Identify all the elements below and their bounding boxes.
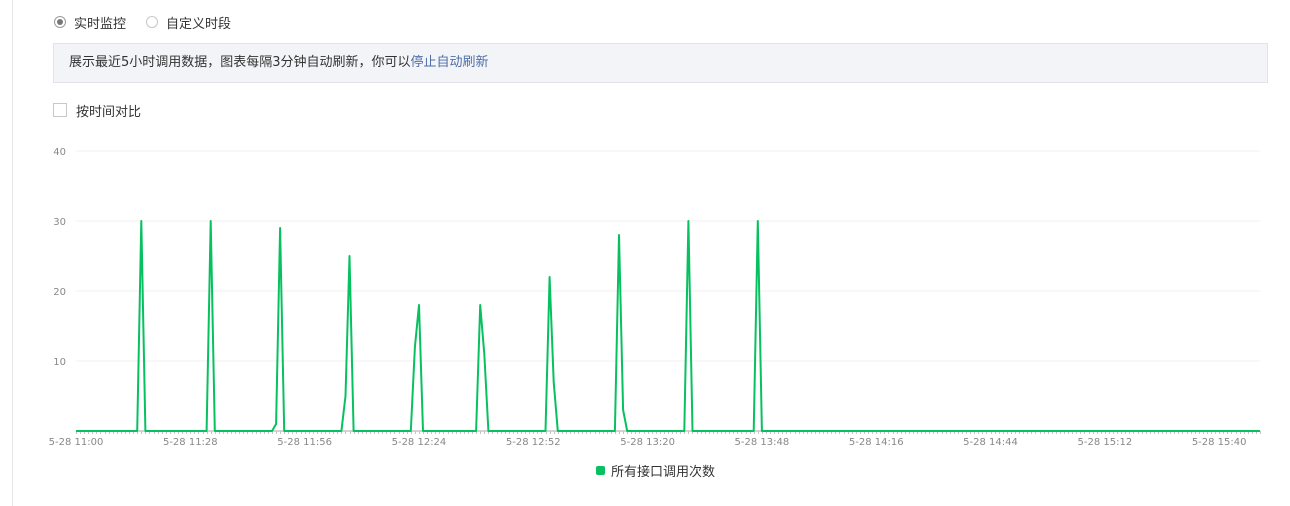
radio-custom-label: 自定义时段 <box>166 16 232 32</box>
compare-label: 按时间对比 <box>76 104 142 120</box>
x-tick-label: 5-28 11:00 <box>49 437 104 448</box>
x-tick-label: 5-28 12:52 <box>506 437 561 448</box>
x-tick-label: 5-28 14:44 <box>963 437 1018 448</box>
radio-unchecked-icon[interactable] <box>146 16 159 28</box>
x-tick-label: 5-28 14:16 <box>849 437 904 448</box>
y-tick-label: 40 <box>53 147 66 158</box>
radio-realtime[interactable]: 实时监控 <box>54 13 126 32</box>
radio-checked-icon[interactable] <box>54 16 66 28</box>
legend-swatch <box>596 466 605 475</box>
x-tick-label: 5-28 13:20 <box>620 437 675 448</box>
line-chart: 10 20 30 40 5-28 11:00 5-28 11:28 5-28 11:56 5-… <box>49 147 1261 448</box>
radio-realtime-label: 实时监控 <box>74 16 127 32</box>
legend-label: 所有接口调用次数 <box>611 465 716 480</box>
stop-refresh-link[interactable]: 停止自动刷新 <box>411 55 489 70</box>
y-tick-label: 10 <box>53 357 66 368</box>
legend[interactable]: 所有接口调用次数 <box>596 461 715 480</box>
x-tick-label: 5-28 13:48 <box>735 437 790 448</box>
series-line-api-calls <box>76 220 1260 432</box>
mode-radio-group: 实时监控 自定义时段 <box>54 12 251 32</box>
x-tick-label: 5-28 12:24 <box>392 437 447 448</box>
auto-refresh-notice: 展示最近5小时调用数据，图表每隔3分钟自动刷新，你可以停止自动刷新 <box>53 43 1268 83</box>
notice-text: 展示最近5小时调用数据，图表每隔3分钟自动刷新，你可以 <box>69 55 411 70</box>
x-tick-label: 5-28 15:40 <box>1192 437 1247 448</box>
compare-checkbox[interactable] <box>53 103 67 117</box>
y-tick-label: 20 <box>53 287 66 298</box>
x-tick-label: 5-28 15:12 <box>1078 437 1133 448</box>
x-tick-label: 5-28 11:56 <box>277 437 332 448</box>
compare-by-time[interactable]: 按时间对比 <box>53 101 142 120</box>
x-tick-label: 5-28 11:28 <box>163 437 218 448</box>
radio-custom-period[interactable]: 自定义时段 <box>146 13 231 32</box>
y-tick-label: 30 <box>53 217 66 228</box>
